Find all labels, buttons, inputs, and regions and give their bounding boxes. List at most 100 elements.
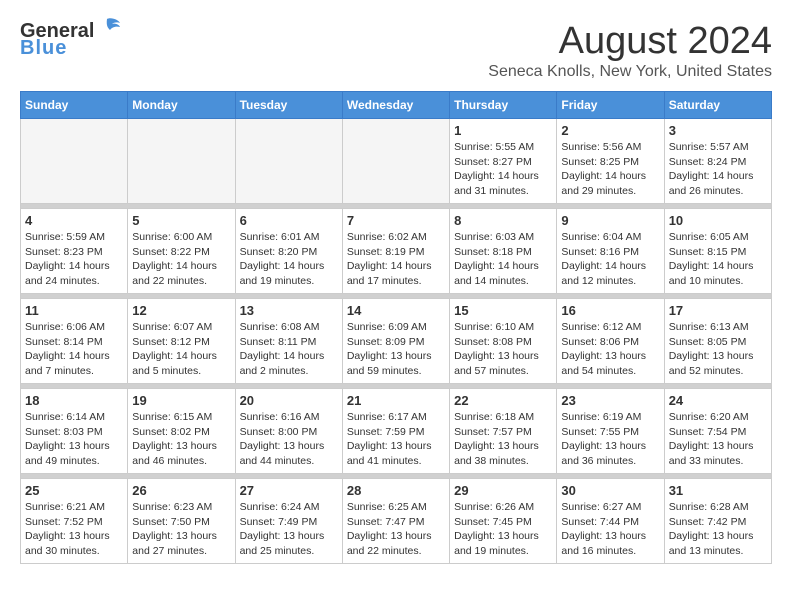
calendar-week-2: 4 Sunrise: 5:59 AMSunset: 8:23 PMDaylight…: [21, 209, 772, 294]
day-info: Sunrise: 6:02 AMSunset: 8:19 PMDaylight:…: [347, 230, 445, 289]
logo-blue-text: Blue: [20, 37, 67, 60]
table-row: 31Sunrise: 6:28 AMSunset: 7:42 PMDayligh…: [664, 479, 771, 564]
col-tuesday: Tuesday: [235, 92, 342, 119]
day-number: 19: [132, 393, 230, 408]
day-number: 22: [454, 393, 552, 408]
day-info: Sunrise: 6:00 AMSunset: 8:22 PMDaylight:…: [132, 230, 230, 289]
day-number: 29: [454, 483, 552, 498]
day-info: Sunrise: 6:03 AMSunset: 8:18 PMDaylight:…: [454, 230, 552, 289]
day-info: Sunrise: 6:17 AMSunset: 7:59 PMDaylight:…: [347, 410, 445, 469]
day-number: 31: [669, 483, 767, 498]
day-number: 8: [454, 213, 552, 228]
day-number: 4: [25, 213, 123, 228]
day-info: Sunrise: 6:23 AMSunset: 7:50 PMDaylight:…: [132, 500, 230, 559]
table-row: 13 Sunrise: 6:08 AMSunset: 8:11 PMDayligh…: [235, 299, 342, 384]
table-row: 8 Sunrise: 6:03 AMSunset: 8:18 PMDaylight…: [450, 209, 557, 294]
day-number: 5: [132, 213, 230, 228]
title-section: August 2024 Seneca Knolls, New York, Uni…: [488, 20, 772, 81]
day-number: 30: [561, 483, 659, 498]
table-row: 3 Sunrise: 5:57 AMSunset: 8:24 PMDaylight…: [664, 119, 771, 204]
month-title: August 2024: [488, 20, 772, 63]
location: Seneca Knolls, New York, United States: [488, 63, 772, 81]
col-thursday: Thursday: [450, 92, 557, 119]
day-info: Sunrise: 6:19 AMSunset: 7:55 PMDaylight:…: [561, 410, 659, 469]
table-row: 25 Sunrise: 6:21 AMSunset: 7:52 PMDayligh…: [21, 479, 128, 564]
table-row: 2 Sunrise: 5:56 AMSunset: 8:25 PMDaylight…: [557, 119, 664, 204]
table-row: 29 Sunrise: 6:26 AMSunset: 7:45 PMDayligh…: [450, 479, 557, 564]
day-info: Sunrise: 6:07 AMSunset: 8:12 PMDaylight:…: [132, 320, 230, 379]
calendar-week-1: 1 Sunrise: 5:55 AMSunset: 8:27 PMDaylight…: [21, 119, 772, 204]
table-row: 17Sunrise: 6:13 AMSunset: 8:05 PMDayligh…: [664, 299, 771, 384]
day-info: Sunrise: 6:05 AMSunset: 8:15 PMDaylight:…: [669, 230, 767, 289]
day-number: 20: [240, 393, 338, 408]
table-row: 26 Sunrise: 6:23 AMSunset: 7:50 PMDayligh…: [128, 479, 235, 564]
calendar-week-3: 11 Sunrise: 6:06 AMSunset: 8:14 PMDayligh…: [21, 299, 772, 384]
page-header: General Blue August 2024 Seneca Knolls, …: [20, 20, 772, 81]
day-number: 18: [25, 393, 123, 408]
table-row: [235, 119, 342, 204]
calendar-week-5: 25 Sunrise: 6:21 AMSunset: 7:52 PMDayligh…: [21, 479, 772, 564]
table-row: 22 Sunrise: 6:18 AMSunset: 7:57 PMDayligh…: [450, 389, 557, 474]
day-info: Sunrise: 6:18 AMSunset: 7:57 PMDaylight:…: [454, 410, 552, 469]
table-row: 11 Sunrise: 6:06 AMSunset: 8:14 PMDayligh…: [21, 299, 128, 384]
table-row: 9 Sunrise: 6:04 AMSunset: 8:16 PMDaylight…: [557, 209, 664, 294]
table-row: 14Sunrise: 6:09 AMSunset: 8:09 PMDayligh…: [342, 299, 449, 384]
day-info: Sunrise: 5:55 AMSunset: 8:27 PMDaylight:…: [454, 140, 552, 199]
table-row: 15 Sunrise: 6:10 AMSunset: 8:08 PMDayligh…: [450, 299, 557, 384]
table-row: 4 Sunrise: 5:59 AMSunset: 8:23 PMDaylight…: [21, 209, 128, 294]
day-info: Sunrise: 6:10 AMSunset: 8:08 PMDaylight:…: [454, 320, 552, 379]
table-row: 21Sunrise: 6:17 AMSunset: 7:59 PMDayligh…: [342, 389, 449, 474]
day-number: 11: [25, 303, 123, 318]
table-row: 16 Sunrise: 6:12 AMSunset: 8:06 PMDayligh…: [557, 299, 664, 384]
table-row: 12Sunrise: 6:07 AMSunset: 8:12 PMDayligh…: [128, 299, 235, 384]
day-number: 23: [561, 393, 659, 408]
day-info: Sunrise: 6:27 AMSunset: 7:44 PMDaylight:…: [561, 500, 659, 559]
day-number: 9: [561, 213, 659, 228]
day-info: Sunrise: 6:06 AMSunset: 8:14 PMDaylight:…: [25, 320, 123, 379]
day-info: Sunrise: 6:20 AMSunset: 7:54 PMDaylight:…: [669, 410, 767, 469]
table-row: 6 Sunrise: 6:01 AMSunset: 8:20 PMDaylight…: [235, 209, 342, 294]
day-info: Sunrise: 5:57 AMSunset: 8:24 PMDaylight:…: [669, 140, 767, 199]
table-row: 10Sunrise: 6:05 AMSunset: 8:15 PMDayligh…: [664, 209, 771, 294]
day-number: 3: [669, 123, 767, 138]
day-info: Sunrise: 6:12 AMSunset: 8:06 PMDaylight:…: [561, 320, 659, 379]
table-row: 23 Sunrise: 6:19 AMSunset: 7:55 PMDayligh…: [557, 389, 664, 474]
day-number: 16: [561, 303, 659, 318]
col-friday: Friday: [557, 92, 664, 119]
day-number: 26: [132, 483, 230, 498]
day-info: Sunrise: 6:21 AMSunset: 7:52 PMDaylight:…: [25, 500, 123, 559]
day-number: 17: [669, 303, 767, 318]
day-number: 13: [240, 303, 338, 318]
table-row: 24 Sunrise: 6:20 AMSunset: 7:54 PMDayligh…: [664, 389, 771, 474]
col-monday: Monday: [128, 92, 235, 119]
day-number: 1: [454, 123, 552, 138]
day-info: Sunrise: 6:25 AMSunset: 7:47 PMDaylight:…: [347, 500, 445, 559]
day-number: 6: [240, 213, 338, 228]
calendar-week-4: 18 Sunrise: 6:14 AMSunset: 8:03 PMDayligh…: [21, 389, 772, 474]
day-info: Sunrise: 6:15 AMSunset: 8:02 PMDaylight:…: [132, 410, 230, 469]
day-info: Sunrise: 5:56 AMSunset: 8:25 PMDaylight:…: [561, 140, 659, 199]
col-wednesday: Wednesday: [342, 92, 449, 119]
day-info: Sunrise: 6:14 AMSunset: 8:03 PMDaylight:…: [25, 410, 123, 469]
day-number: 25: [25, 483, 123, 498]
col-sunday: Sunday: [21, 92, 128, 119]
day-info: Sunrise: 6:26 AMSunset: 7:45 PMDaylight:…: [454, 500, 552, 559]
day-info: Sunrise: 6:08 AMSunset: 8:11 PMDaylight:…: [240, 320, 338, 379]
table-row: 28Sunrise: 6:25 AMSunset: 7:47 PMDayligh…: [342, 479, 449, 564]
day-info: Sunrise: 5:59 AMSunset: 8:23 PMDaylight:…: [25, 230, 123, 289]
table-row: 5 Sunrise: 6:00 AMSunset: 8:22 PMDaylight…: [128, 209, 235, 294]
day-info: Sunrise: 6:16 AMSunset: 8:00 PMDaylight:…: [240, 410, 338, 469]
day-info: Sunrise: 6:01 AMSunset: 8:20 PMDaylight:…: [240, 230, 338, 289]
table-row: 18 Sunrise: 6:14 AMSunset: 8:03 PMDayligh…: [21, 389, 128, 474]
calendar-table: Sunday Monday Tuesday Wednesday Thursday…: [20, 91, 772, 564]
day-info: Sunrise: 6:24 AMSunset: 7:49 PMDaylight:…: [240, 500, 338, 559]
table-row: 27Sunrise: 6:24 AMSunset: 7:49 PMDayligh…: [235, 479, 342, 564]
day-number: 2: [561, 123, 659, 138]
day-number: 24: [669, 393, 767, 408]
table-row: [128, 119, 235, 204]
day-number: 7: [347, 213, 445, 228]
table-row: 7 Sunrise: 6:02 AMSunset: 8:19 PMDaylight…: [342, 209, 449, 294]
day-info: Sunrise: 6:04 AMSunset: 8:16 PMDaylight:…: [561, 230, 659, 289]
table-row: 1 Sunrise: 5:55 AMSunset: 8:27 PMDaylight…: [450, 119, 557, 204]
day-number: 15: [454, 303, 552, 318]
